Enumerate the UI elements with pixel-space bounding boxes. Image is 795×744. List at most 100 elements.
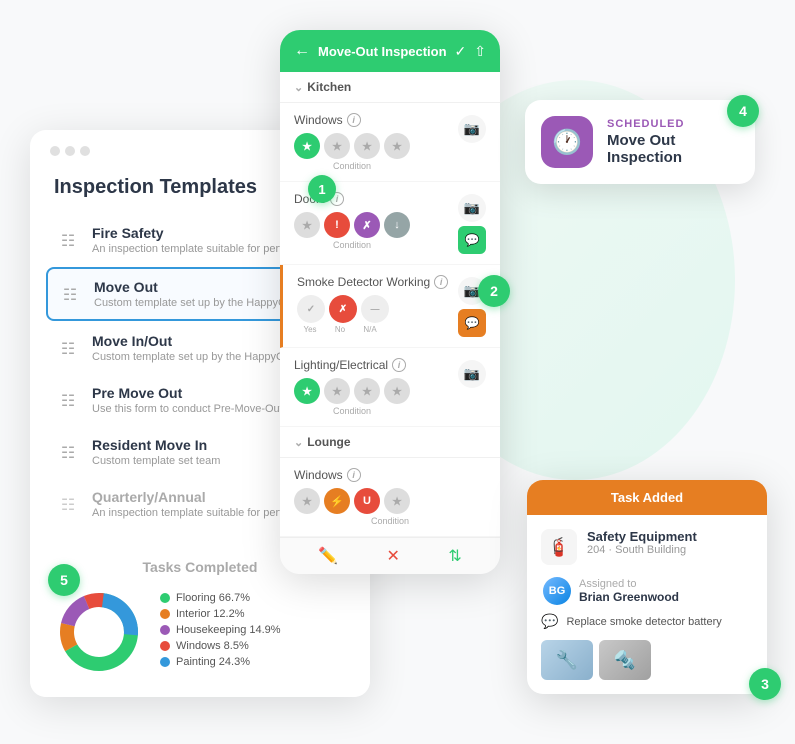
section-header-lounge: ⌄ Lounge bbox=[280, 427, 500, 458]
template-icon-pre-move-out: ☷ bbox=[54, 387, 82, 415]
camera-button[interactable]: 📷 bbox=[458, 115, 486, 143]
task-subtitle: 204 · South Building bbox=[587, 544, 697, 556]
comment-button[interactable]: 💬 bbox=[458, 226, 486, 254]
task-added-card: Task Added 🧯 Safety Equipment 204 · Sout… bbox=[527, 480, 767, 694]
condition-dots: ★ ★ ★ ★ bbox=[294, 133, 410, 159]
template-name: Resident Move In bbox=[92, 437, 220, 453]
scheduled-title: Move Out Inspection bbox=[607, 132, 739, 166]
task-photos: 🔧 🔩 bbox=[541, 640, 753, 680]
info-icon: i bbox=[347, 113, 361, 127]
legend-dot bbox=[160, 609, 170, 619]
camera-button[interactable]: 📷 bbox=[458, 194, 486, 222]
yn-labels: Yes No N/A bbox=[297, 325, 448, 334]
item-label-windows-lounge: Windows i bbox=[294, 468, 486, 482]
condition-label: Condition bbox=[294, 516, 486, 526]
close-icon[interactable]: ✕ bbox=[387, 546, 400, 566]
edit-icon[interactable]: ✏️ bbox=[318, 546, 338, 566]
condition-dots: ★ ! ✗ ↓ bbox=[294, 212, 410, 238]
condition-dot-4[interactable]: ↓ bbox=[384, 212, 410, 238]
card-title: Inspection Templates bbox=[54, 176, 257, 199]
info-icon: i bbox=[434, 275, 448, 289]
mobile-header-title: Move-Out Inspection bbox=[318, 44, 447, 59]
info-icon: i bbox=[347, 468, 361, 482]
assigned-label: Assigned to bbox=[579, 578, 679, 590]
inspection-item-smoke-detector: Smoke Detector Working i ✓ ✗ — Yes No N/… bbox=[280, 265, 500, 348]
yn-dots: ✓ ✗ — bbox=[297, 295, 448, 323]
legend-item-painting: Painting 24.3% bbox=[160, 656, 281, 668]
fire-extinguisher-icon: 🧯 bbox=[541, 529, 577, 565]
legend-item-windows: Windows 8.5% bbox=[160, 640, 281, 652]
template-icon-fire-safety: ☷ bbox=[54, 227, 82, 255]
task-item: 🧯 Safety Equipment 204 · South Building bbox=[541, 529, 753, 565]
condition-dot-poor[interactable]: ★ bbox=[354, 133, 380, 159]
task-assigned: BG Assigned to Brian Greenwood bbox=[541, 577, 753, 605]
section-header-kitchen: ⌄ Kitchen bbox=[280, 72, 500, 103]
photo-thumbnail-2: 🔩 bbox=[599, 640, 651, 680]
condition-dot-1[interactable]: ★ bbox=[294, 378, 320, 404]
chart-legend: Flooring 66.7% Interior 12.2% Housekeepi… bbox=[160, 592, 281, 672]
item-label-lighting: Lighting/Electrical i bbox=[294, 358, 410, 372]
condition-dot-1[interactable]: ★ bbox=[294, 488, 320, 514]
task-card-body: 🧯 Safety Equipment 204 · South Building … bbox=[527, 515, 767, 694]
inspection-item-lighting: Lighting/Electrical i ★ ★ ★ ★ Condition … bbox=[280, 348, 500, 427]
assignee-avatar: BG bbox=[543, 577, 571, 605]
task-photo-1: 🔧 bbox=[541, 640, 593, 680]
condition-dot-4[interactable]: ★ bbox=[384, 488, 410, 514]
condition-dot-1[interactable]: ★ bbox=[294, 212, 320, 238]
mobile-inspection-form: ← Move-Out Inspection ✓ ⇧ ⌄ Kitchen Wind… bbox=[280, 30, 500, 574]
task-item-info: Safety Equipment 204 · South Building bbox=[587, 529, 697, 556]
legend-dot bbox=[160, 641, 170, 651]
condition-dot-3[interactable]: ✗ bbox=[354, 212, 380, 238]
scheduled-label: SCHEDULED bbox=[607, 118, 739, 130]
yn-dot-na[interactable]: — bbox=[361, 295, 389, 323]
dot-yellow bbox=[65, 146, 75, 156]
badge-2: 2 bbox=[478, 275, 510, 307]
sort-icon[interactable]: ⇅ bbox=[448, 546, 461, 566]
share-icon: ⇧ bbox=[474, 43, 486, 60]
condition-dot-na[interactable]: ★ bbox=[384, 133, 410, 159]
back-arrow-icon[interactable]: ← bbox=[294, 42, 310, 60]
condition-dots: ★ ★ ★ ★ bbox=[294, 378, 410, 404]
condition-dot-fair[interactable]: ★ bbox=[324, 133, 350, 159]
condition-dot-3[interactable]: ★ bbox=[354, 378, 380, 404]
task-card-header: Task Added bbox=[527, 480, 767, 515]
badge-1: 1 bbox=[308, 175, 336, 203]
condition-label: Condition bbox=[294, 240, 410, 250]
item-label-windows: Windows i bbox=[294, 113, 410, 127]
condition-dots: ★ ⚡ U ★ bbox=[294, 488, 486, 514]
task-title: Safety Equipment bbox=[587, 529, 697, 544]
scheduled-card: 🕐 SCHEDULED Move Out Inspection bbox=[525, 100, 755, 184]
legend-dot bbox=[160, 657, 170, 667]
inspection-item-windows-kitchen: Windows i ★ ★ ★ ★ bbox=[280, 103, 500, 182]
task-note: 💬 Replace smoke detector battery bbox=[541, 613, 753, 630]
badge-4: 4 bbox=[727, 95, 759, 127]
template-icon-resident-move-in: ☷ bbox=[54, 439, 82, 467]
assigned-name: Brian Greenwood bbox=[579, 590, 679, 604]
chevron-icon: ⌄ bbox=[294, 436, 303, 449]
badge-3: 3 bbox=[749, 668, 781, 700]
condition-dot-2[interactable]: ⚡ bbox=[324, 488, 350, 514]
note-icon: 💬 bbox=[541, 613, 558, 630]
dot-red bbox=[50, 146, 60, 156]
yn-dot-no[interactable]: ✗ bbox=[329, 295, 357, 323]
donut-chart bbox=[54, 587, 144, 677]
legend-item-interior: Interior 12.2% bbox=[160, 608, 281, 620]
template-icon-move-out: ☷ bbox=[56, 281, 84, 309]
condition-dot-3[interactable]: U bbox=[354, 488, 380, 514]
template-icon-move-inout: ☷ bbox=[54, 335, 82, 363]
condition-dot-4[interactable]: ★ bbox=[384, 378, 410, 404]
camera-button[interactable]: 📷 bbox=[458, 360, 486, 388]
template-desc: Custom template set team bbox=[92, 455, 220, 467]
comment-button-orange[interactable]: 💬 bbox=[458, 309, 486, 337]
yn-dot-yes[interactable]: ✓ bbox=[297, 295, 325, 323]
scheduled-text: SCHEDULED Move Out Inspection bbox=[607, 118, 739, 166]
condition-label: Condition bbox=[294, 161, 410, 171]
condition-dot-2[interactable]: ★ bbox=[324, 378, 350, 404]
condition-dot-good[interactable]: ★ bbox=[294, 133, 320, 159]
info-icon: i bbox=[392, 358, 406, 372]
mobile-header-icons: ✓ ⇧ bbox=[455, 43, 486, 60]
condition-dot-2[interactable]: ! bbox=[324, 212, 350, 238]
photo-thumbnail-1: 🔧 bbox=[541, 640, 593, 680]
condition-label: Condition bbox=[294, 406, 410, 416]
template-info-resident-move-in: Resident Move In Custom template set tea… bbox=[92, 437, 220, 467]
